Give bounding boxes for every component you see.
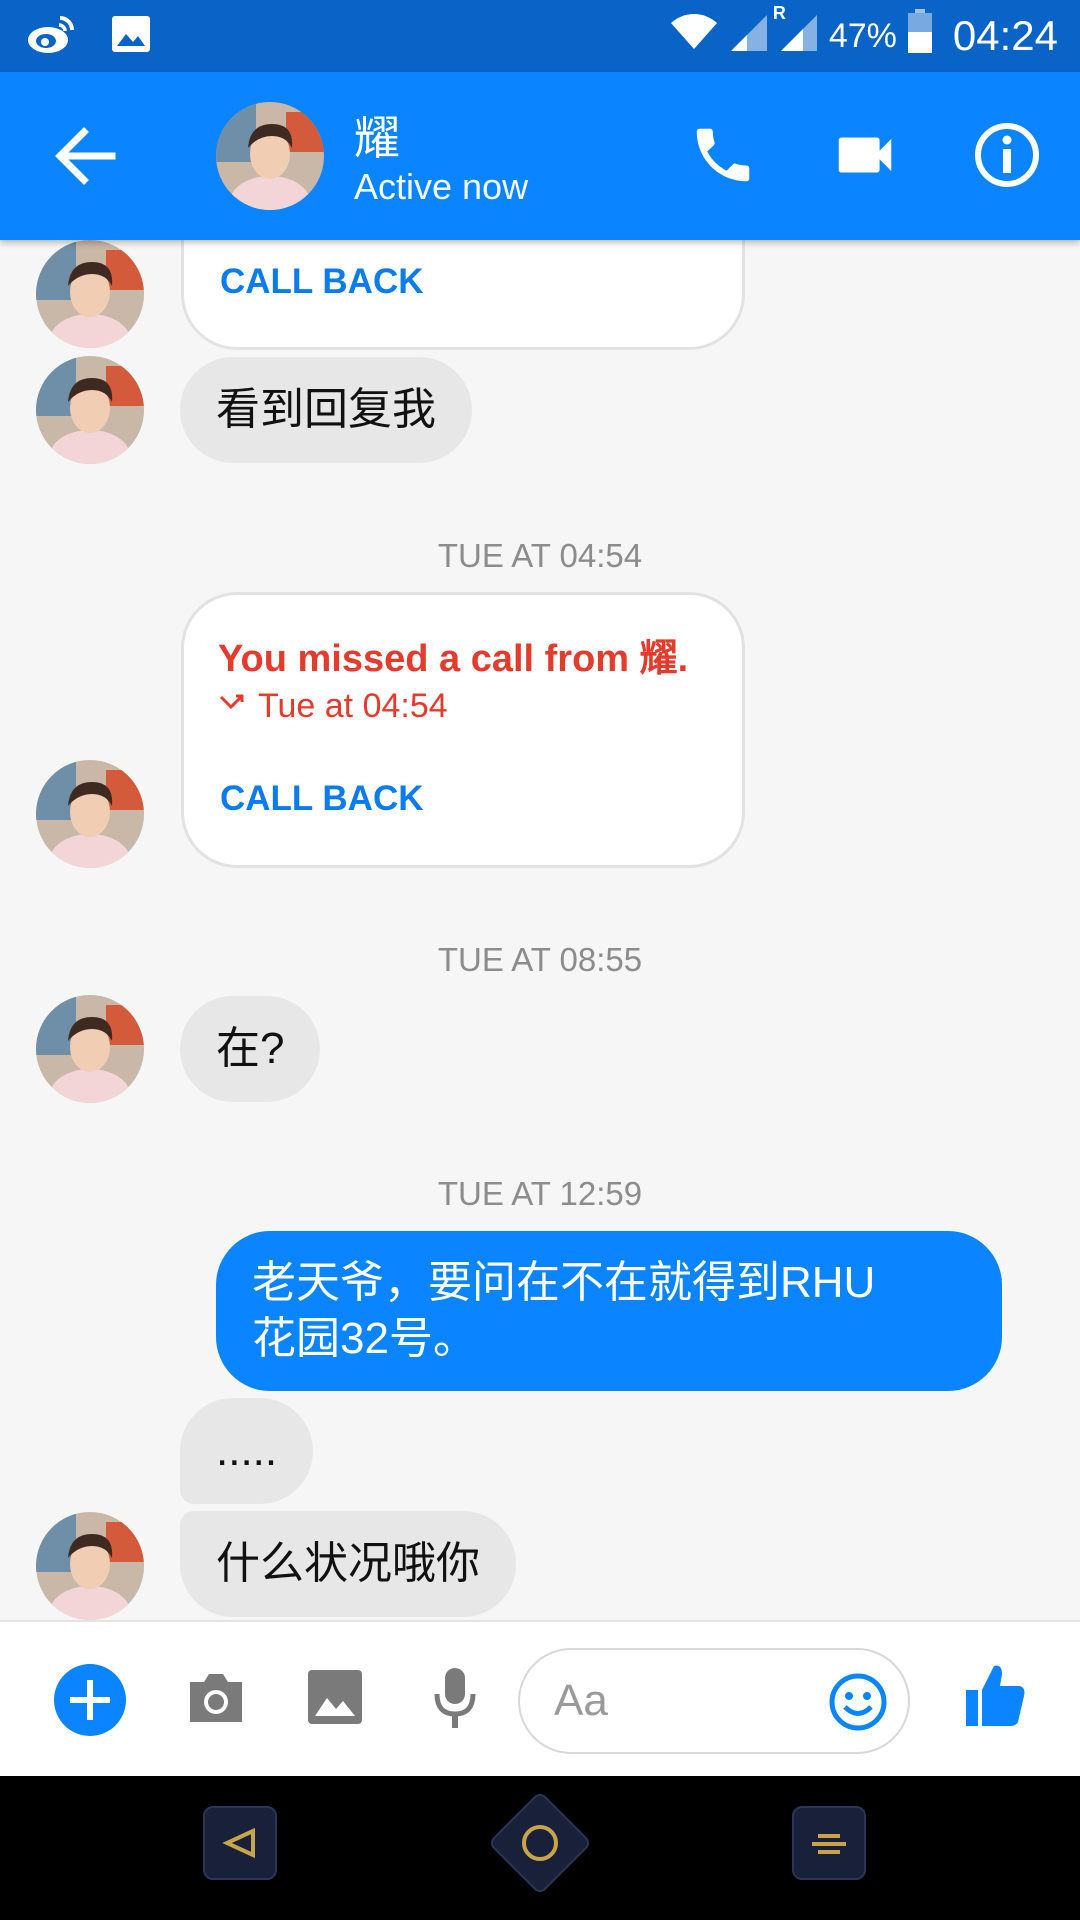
plus-icon[interactable]	[54, 1664, 126, 1741]
contact-name: 耀	[354, 112, 400, 164]
back-arrow-icon[interactable]	[50, 124, 120, 188]
missed-call-title: You missed a call from 耀.	[218, 638, 689, 680]
call-back-button[interactable]: CALL BACK	[220, 779, 424, 819]
contact-avatar	[36, 356, 144, 464]
message-timestamp: TUE AT 04:54	[437, 537, 643, 574]
incoming-message[interactable]: 看到回复我	[180, 357, 472, 463]
conversation-header: 耀 Active now	[0, 72, 1080, 240]
signal-roaming-icon: R	[773, 3, 819, 63]
status-bar: R 47% 04:24	[0, 0, 1080, 72]
missed-call-card: You missed a call from 耀. Tue at 04:54 C…	[181, 592, 745, 868]
outgoing-message[interactable]: 老天爷，要问在不在就得到RHU 花园32号。	[216, 1231, 1002, 1391]
missed-call-icon	[218, 687, 248, 726]
signal-icon	[729, 9, 769, 63]
incoming-message[interactable]: 在?	[180, 996, 321, 1102]
contact-avatar	[36, 240, 144, 348]
clock: 04:24	[952, 12, 1058, 59]
message-timestamp: TUE AT 12:59	[437, 1175, 643, 1212]
nav-recents-button[interactable]	[792, 1806, 866, 1880]
incoming-message[interactable]: 什么状况哦你	[180, 1511, 516, 1617]
phone-call-icon[interactable]	[688, 120, 758, 190]
presence-status: Active now	[354, 166, 529, 207]
missed-call-time-text: Tue at 04:54	[258, 687, 448, 725]
message-input-placeholder: Aa	[554, 1676, 608, 1725]
nav-home-button[interactable]	[487, 1790, 593, 1896]
microphone-icon[interactable]	[432, 1664, 478, 1737]
camera-icon[interactable]	[184, 1668, 248, 1733]
system-nav-bar	[0, 1776, 1080, 1920]
contact-avatar	[36, 995, 144, 1103]
image-gallery-icon[interactable]	[306, 1668, 364, 1731]
battery-percent: 47%	[828, 16, 897, 55]
emoji-icon[interactable]	[828, 1672, 888, 1737]
contact-avatar	[36, 760, 144, 868]
battery-icon	[907, 8, 933, 64]
contact-avatar[interactable]	[216, 102, 324, 210]
thumbs-up-icon[interactable]	[962, 1660, 1028, 1735]
outgoing-message-line: 花园32号。	[252, 1314, 477, 1363]
message-input[interactable]: Aa	[518, 1648, 910, 1754]
outgoing-message-line: 老天爷，要问在不在就得到RHU	[252, 1258, 876, 1307]
call-back-button[interactable]: CALL BACK	[220, 262, 424, 302]
info-icon[interactable]	[972, 120, 1042, 190]
incoming-message[interactable]: .....	[180, 1398, 314, 1504]
missed-call-time: Tue at 04:54	[218, 687, 448, 726]
nav-back-button[interactable]	[203, 1806, 277, 1880]
gallery-notification-icon	[110, 12, 152, 61]
wifi-icon	[669, 9, 719, 63]
contact-avatar	[36, 1512, 144, 1620]
message-timestamp: TUE AT 08:55	[437, 941, 643, 978]
video-call-icon[interactable]	[830, 120, 900, 190]
message-composer: Aa	[0, 1620, 1080, 1778]
weibo-icon	[26, 12, 76, 61]
